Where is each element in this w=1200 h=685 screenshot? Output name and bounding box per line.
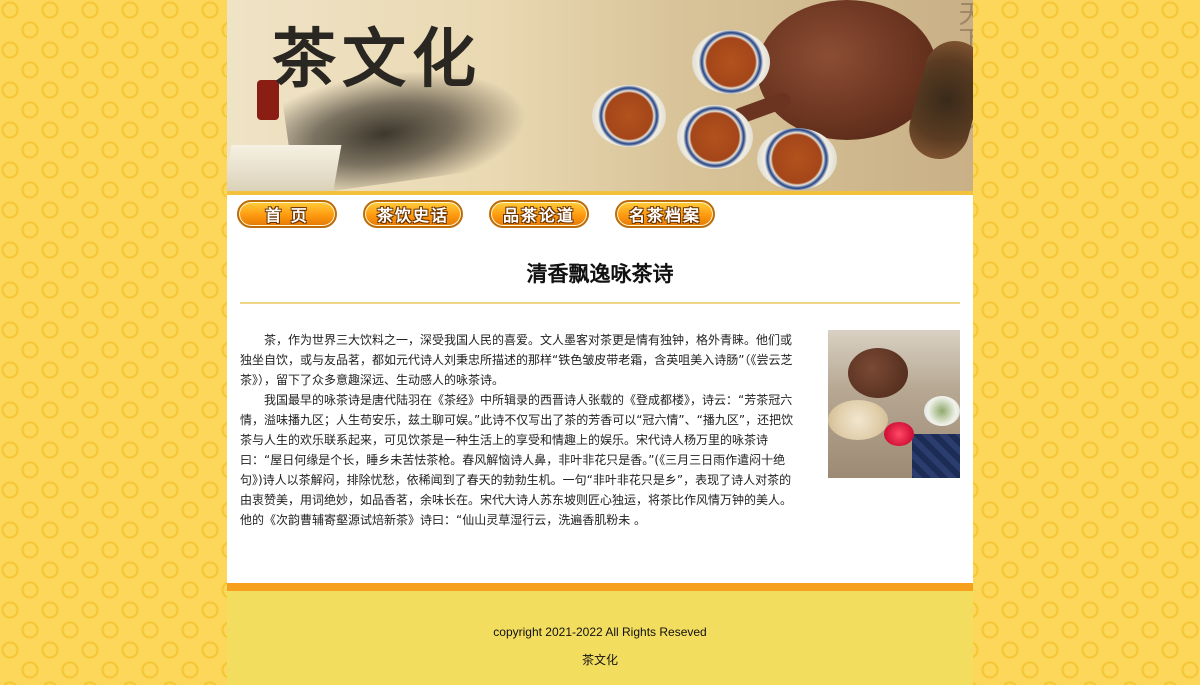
photo-snack-plate [828,400,888,440]
tea-cup-image [692,30,770,94]
page-container: 天下雅茶成 茶文化 首 页 茶饮史话 品茶论道 名茶档案 清香飘逸咏茶诗 茶，作… [227,0,973,685]
main-nav: 首 页 茶饮史话 品茶论道 名茶档案 [237,200,715,228]
footer-copyright: copyright 2021-2022 All Rights Reseved [493,625,707,639]
photo-flower [884,422,914,446]
tea-cup-image [592,85,666,147]
tea-set-photo [828,330,960,478]
photo-tea-bowl [924,396,960,426]
banner-bottom-border [227,191,973,195]
nav-tea-history[interactable]: 茶饮史话 [363,200,463,228]
site-logo-title: 茶文化 [272,22,482,97]
tea-cup-image [677,105,753,169]
footer-site-name: 茶文化 [581,653,618,667]
photo-teapot [848,348,908,398]
tea-cup-image [757,128,837,190]
header-banner: 天下雅茶成 茶文化 [227,0,973,195]
heading-divider [240,302,960,304]
article-heading: 清香飘逸咏茶诗 [526,262,674,286]
site-footer: copyright 2021-2022 All Rights Reseved 茶… [227,583,973,685]
nav-home[interactable]: 首 页 [237,200,337,228]
article-body: 茶，作为世界三大饮料之一，深受我国人民的喜爱。文人墨客对茶更是情有独钟，格外青睐… [240,330,800,530]
banner-book-image [227,145,342,195]
article-paragraph: 我国最早的咏茶诗是唐代陆羽在《茶经》中所辑录的西晋诗人张载的《登成都楼》，诗云：… [240,393,794,527]
nav-famous-teas[interactable]: 名茶档案 [615,200,715,228]
nav-tea-tasting[interactable]: 品茶论道 [489,200,589,228]
article-paragraph: 茶，作为世界三大饮料之一，深受我国人民的喜爱。文人墨客对茶更是情有独钟，格外青睐… [240,333,793,387]
photo-cloth [912,434,960,478]
